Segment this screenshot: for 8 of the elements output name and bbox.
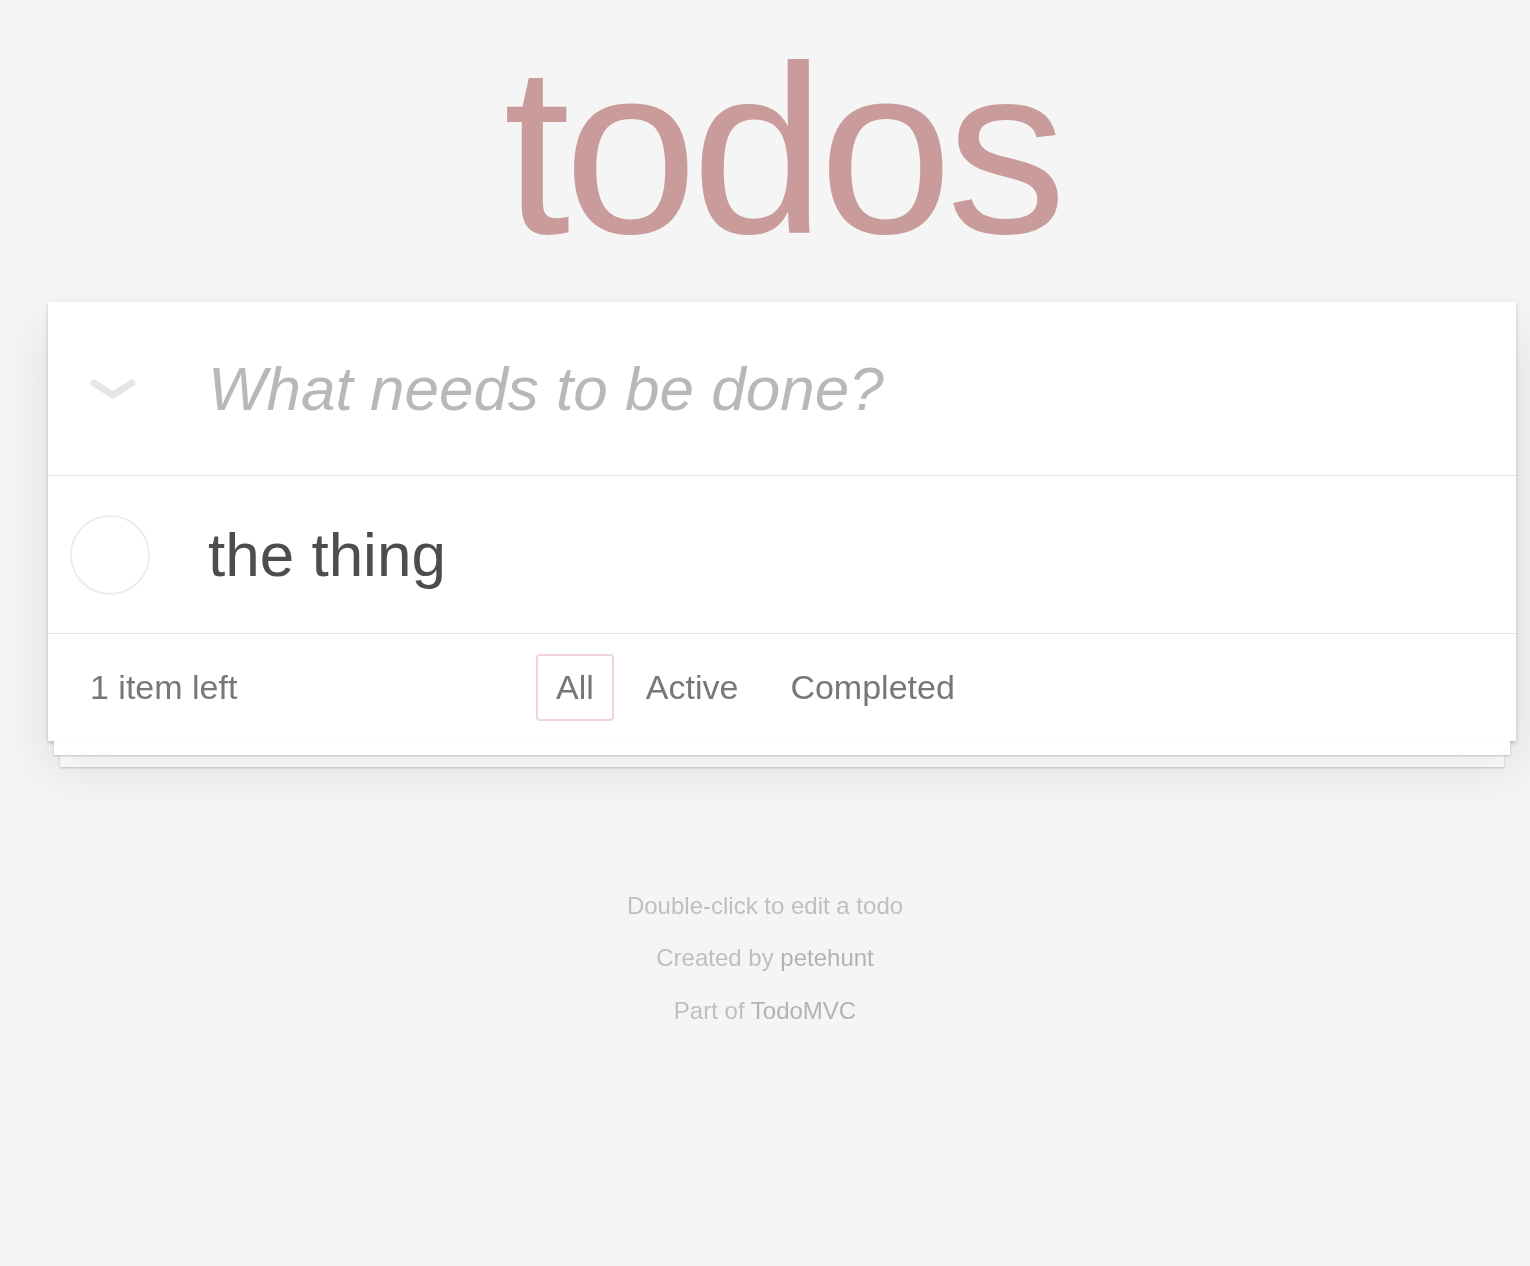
items-left-count: 1 item left	[90, 667, 238, 708]
app-title: todos	[503, 48, 1061, 252]
filter-link[interactable]: Completed	[770, 654, 975, 721]
chevron-icon	[90, 376, 136, 401]
filter-link[interactable]: All	[536, 654, 614, 721]
filter-link[interactable]: Active	[625, 654, 759, 721]
todo-text[interactable]: the thing	[208, 508, 446, 601]
new-todo-field[interactable]: What needs to be done?	[158, 342, 1496, 435]
